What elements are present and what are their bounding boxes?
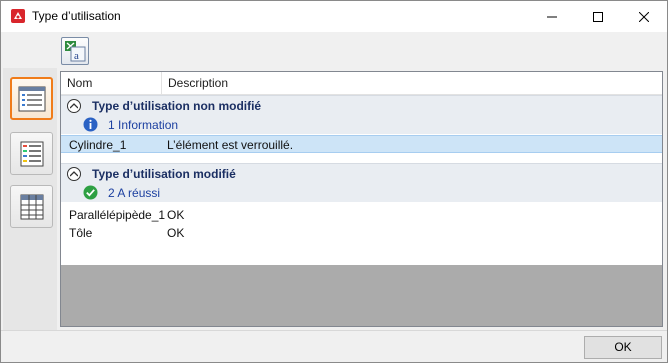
table-view-icon [20, 194, 43, 219]
cell-description: OK [167, 226, 185, 240]
status-label: 1 Information [108, 118, 179, 132]
colored-list-view-icon [20, 141, 43, 166]
status-label: 2 A réussi [108, 186, 161, 200]
list-view-icon [18, 86, 45, 111]
column-header-nom[interactable]: Nom [61, 72, 162, 94]
app-red-icon [10, 8, 26, 24]
dialog-window: Type d’utilisation a Nom Description Typ… [0, 0, 668, 363]
cell-description: OK [167, 208, 185, 222]
cell-name: Tôle [69, 226, 93, 240]
svg-text:a: a [74, 50, 79, 62]
table-row[interactable]: Parallélépipède_1 OK [61, 206, 662, 224]
maximize-icon [593, 11, 603, 22]
grid-empty-area [61, 265, 662, 326]
minimize-icon [547, 16, 557, 17]
collapse-toggle[interactable] [67, 167, 81, 181]
info-icon [83, 117, 98, 132]
table-row[interactable]: Tôle OK [61, 224, 662, 242]
minimize-button[interactable] [529, 1, 575, 32]
table-view-button[interactable] [10, 185, 53, 228]
ok-button[interactable]: OK [584, 336, 662, 359]
grid-header: Nom Description [61, 72, 662, 95]
cell-name: Parallélépipède_1 [69, 208, 166, 222]
excel-export-button[interactable]: a [61, 37, 89, 65]
group-header-modified[interactable]: Type d’utilisation modifié [61, 163, 662, 183]
results-grid[interactable]: Nom Description Type d’utilisation non m… [60, 71, 663, 327]
cell-name: Cylindre_1 [69, 138, 127, 152]
title-bar: Type d’utilisation [1, 1, 667, 32]
column-header-description[interactable]: Description [162, 72, 662, 94]
collapse-toggle[interactable] [67, 99, 81, 113]
group-title: Type d’utilisation non modifié [92, 99, 262, 113]
status-row-success[interactable]: 2 A réussi [61, 183, 662, 202]
chevron-up-icon [70, 171, 78, 177]
close-icon [639, 11, 649, 22]
footer-divider [1, 330, 667, 331]
success-check-icon [83, 185, 98, 200]
group-title: Type d’utilisation modifié [92, 167, 236, 181]
colored-list-view-button[interactable] [10, 132, 53, 175]
group-header-unchanged[interactable]: Type d’utilisation non modifié [61, 95, 662, 115]
table-row[interactable]: Cylindre_1 L’élément est verrouillé. [61, 135, 662, 153]
status-row-information[interactable]: 1 Information [61, 115, 662, 134]
chevron-up-icon [70, 103, 78, 109]
window-title: Type d’utilisation [32, 9, 121, 23]
close-button[interactable] [621, 1, 667, 32]
excel-export-icon: a [65, 41, 86, 62]
cell-description: L’élément est verrouillé. [167, 138, 294, 152]
list-view-button[interactable] [10, 77, 53, 120]
maximize-button[interactable] [575, 1, 621, 32]
